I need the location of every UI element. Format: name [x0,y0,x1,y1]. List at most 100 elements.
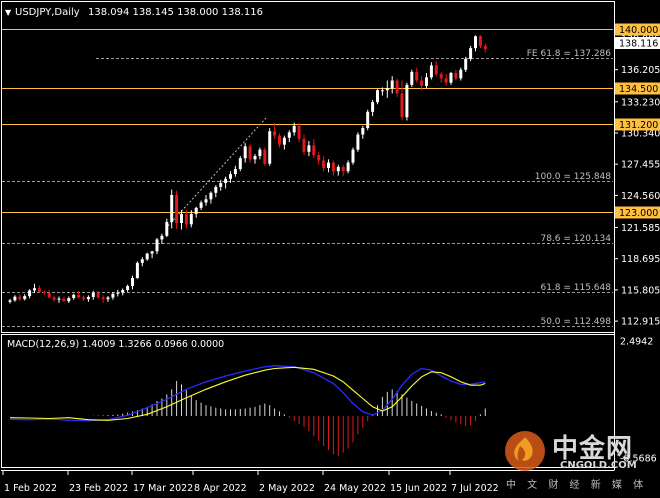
candle-bear [444,78,448,83]
price-tick-label: 127.455 [621,160,660,171]
candle-bull [336,166,340,172]
candle-bear [278,135,281,145]
candle-bull [67,298,71,302]
candle-bear [415,71,419,81]
candle-bull [229,174,232,179]
candle-bull [204,199,208,203]
candle-bull [8,300,12,302]
candle-bear [331,162,335,172]
price-tick-label: 124.560 [621,191,660,202]
price-axis-ticks: 139.095136.205133.230130.340127.455124.5… [614,34,660,328]
price-pane-frame [1,1,615,333]
candle-bull [199,202,203,208]
candle-bear [52,297,56,300]
price-tick-label: 112.915 [621,317,660,328]
candle-bear [273,131,277,136]
macd-main-line [9,365,486,422]
candle-bull [459,69,463,79]
candle-bull [351,149,355,163]
candle-bull [356,134,360,150]
time-tick-label: 23 Feb 2022 [69,483,128,494]
candle-bear [62,298,66,302]
price-tick-label: 115.805 [621,285,660,296]
candle-bull [150,251,154,254]
candle-bull [366,111,370,129]
candle-bear [317,155,321,161]
candle-bear [312,145,316,156]
level-price-label: 131.200 [619,120,658,131]
time-tick-label: 7 Jul 2022 [451,483,499,494]
candle-bear [454,72,458,79]
time-tick-label: 15 Jun 2022 [390,483,447,494]
horizontal-levels [2,29,613,213]
candle-bear [395,80,399,94]
candle-bull [23,296,27,300]
macd-tick-label: 2.4942 [620,337,653,348]
candle-bull [243,146,247,159]
candle-bull [209,192,213,200]
candle-bull [160,235,164,240]
candle-bear [478,36,482,46]
candle-bull [121,289,125,293]
candle-bull [116,292,120,294]
candle-bull [253,156,257,160]
candle-bear [82,297,85,300]
candle-bull [140,259,144,263]
candle-bull [155,239,159,252]
candle-bull [307,145,311,152]
level-price-label: 140.000 [619,25,658,36]
candle-bear [175,194,179,224]
candle-bull [189,213,193,225]
macd-signal-line [9,366,486,421]
candle-bear [96,292,100,298]
candle-bull [258,149,262,157]
candle-bull [361,128,365,135]
time-tick-label: 2 May 2022 [259,483,315,494]
candle-bull [194,207,198,214]
trend-lines [167,117,267,227]
time-tick-label: 8 Apr 2022 [194,483,247,494]
time-tick-label: 17 Mar 2022 [133,483,193,494]
candle-bull [405,84,409,118]
level-price-label: 134.500 [619,84,658,95]
fib-label: 50.0 = 112.498 [540,317,611,327]
candle-bear [47,292,51,298]
candle-bull [145,253,149,260]
candle-bull [170,194,174,222]
candle-bull [425,77,428,86]
candle-bear [77,294,81,298]
candle-bull [131,277,134,286]
candle-bull [72,294,76,299]
price-tick-label: 118.695 [621,254,660,265]
candle-bull [327,162,330,168]
time-tick-label: 24 May 2022 [324,483,386,494]
candle-bull [282,137,286,145]
fib-label: 100.0 = 125.848 [535,172,612,182]
price-tick-label: 133.230 [621,97,660,108]
chart-symbol-label: USDJPY,Daily [15,7,80,18]
fib-label: 78.6 = 120.134 [540,234,611,244]
candle-bull [268,131,272,164]
candle-bull [410,71,414,85]
candles [8,35,487,304]
candle-bull [126,285,130,290]
candle-bear [420,80,424,86]
time-tick-label: 1 Feb 2022 [4,483,57,494]
candle-bull [380,90,384,92]
candle-bull [233,169,237,175]
candle-bear [184,214,188,225]
candle-bull [371,102,375,112]
candle-bull [86,296,90,300]
symbol-arrow-icon: ▼ [5,8,12,17]
candle-bull [238,158,242,170]
fib-label: 61.8 = 115.648 [540,283,611,293]
candle-bear [263,149,267,164]
macd-indicator-label: MACD(12,26,9) 1.4009 1.3266 0.0966 0.000… [7,339,224,350]
candle-bull [33,288,36,291]
chart-ohlc-values: 138.094 138.145 138.000 138.116 [88,7,263,18]
candle-bull [135,262,139,278]
candle-bull [224,178,228,184]
candle-bear [322,160,326,168]
candle-bull [464,58,468,70]
candle-bull [346,162,350,172]
